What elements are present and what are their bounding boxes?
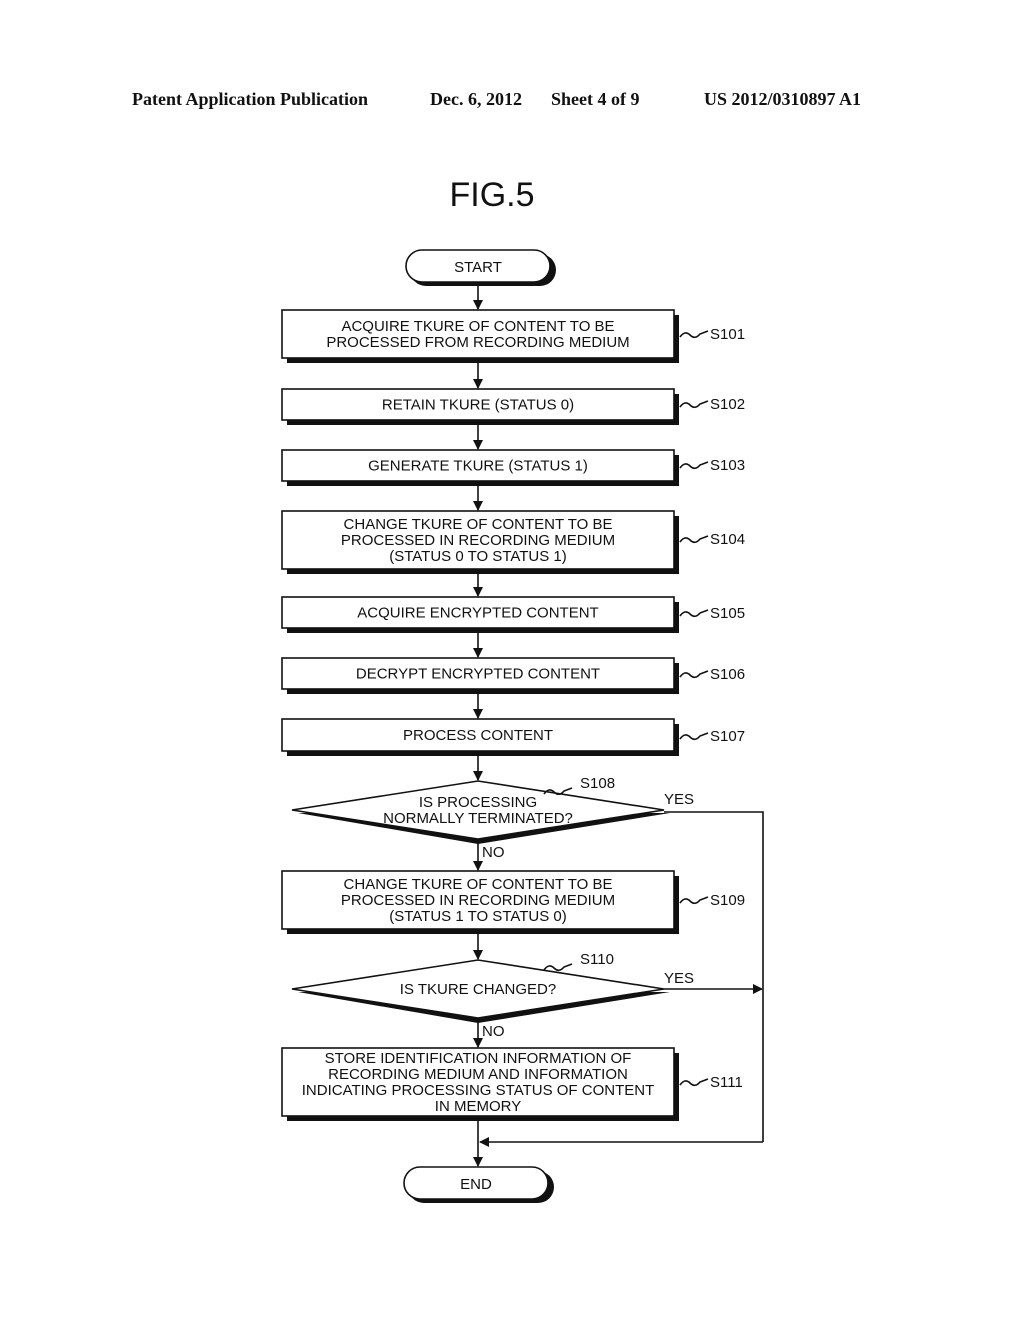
- decision-text-line: IS PROCESSING: [419, 794, 537, 811]
- step-text-line: ACQUIRE ENCRYPTED CONTENT: [357, 605, 598, 622]
- step-s101: ACQUIRE TKURE OF CONTENT TO BEPROCESSED …: [281, 309, 745, 363]
- leader-squiggle: [543, 963, 573, 972]
- step-id-label: S106: [710, 666, 745, 683]
- step-id-label: S104: [710, 531, 745, 548]
- step-id-label: S108: [580, 775, 615, 792]
- step-s111: STORE IDENTIFICATION INFORMATION OFRECOR…: [281, 1047, 743, 1121]
- step-s102: RETAIN TKURE (STATUS 0) S102: [281, 388, 745, 425]
- step-text-line: CHANGE TKURE OF CONTENT TO BE: [344, 876, 613, 893]
- end-label: END: [460, 1176, 492, 1193]
- step-s103: GENERATE TKURE (STATUS 1) S103: [281, 449, 745, 486]
- leader-squiggle: [679, 896, 709, 905]
- leader-squiggle: [679, 330, 709, 339]
- step-text-line: PROCESSED FROM RECORDING MEDIUM: [326, 334, 629, 351]
- step-s107: PROCESS CONTENT S107: [281, 718, 745, 756]
- leader-squiggle: [679, 732, 709, 741]
- step-s104: CHANGE TKURE OF CONTENT TO BEPROCESSED I…: [281, 510, 745, 574]
- step-id-label: S102: [710, 396, 745, 413]
- step-s105: ACQUIRE ENCRYPTED CONTENT S105: [281, 596, 745, 633]
- step-text-line: CHANGE TKURE OF CONTENT TO BE: [344, 516, 613, 533]
- start-label: START: [454, 259, 502, 276]
- leader-squiggle: [679, 461, 709, 470]
- leader-squiggle: [679, 609, 709, 618]
- step-text-line: RECORDING MEDIUM AND INFORMATION: [328, 1066, 628, 1083]
- yes-label: YES: [664, 970, 694, 987]
- step-text-line: PROCESSED IN RECORDING MEDIUM: [341, 532, 615, 549]
- step-s109: CHANGE TKURE OF CONTENT TO BEPROCESSED I…: [281, 870, 745, 934]
- step-id-label: S110: [580, 951, 614, 968]
- step-id-label: S111: [710, 1074, 743, 1091]
- step-id-label: S101: [710, 326, 745, 343]
- end-terminal: END: [403, 1166, 554, 1203]
- decision-text-line: IS TKURE CHANGED?: [400, 981, 556, 998]
- leader-squiggle: [679, 670, 709, 679]
- step-text-line: DECRYPT ENCRYPTED CONTENT: [356, 666, 600, 683]
- step-text-line: (STATUS 1 TO STATUS 0): [389, 908, 567, 925]
- step-id-label: S109: [710, 892, 745, 909]
- step-s106: DECRYPT ENCRYPTED CONTENT S106: [281, 657, 745, 694]
- leader-squiggle: [679, 1078, 709, 1087]
- step-text-line: PROCESS CONTENT: [403, 727, 553, 744]
- flowchart: START END ACQUIRE TKURE OF CONTENT TO BE…: [281, 249, 764, 1203]
- step-text-line: IN MEMORY: [435, 1098, 521, 1115]
- step-text-line: GENERATE TKURE (STATUS 1): [368, 458, 588, 475]
- step-text-line: (STATUS 0 TO STATUS 1): [389, 548, 567, 565]
- step-text-line: ACQUIRE TKURE OF CONTENT TO BE: [341, 318, 614, 335]
- step-text-line: INDICATING PROCESSING STATUS OF CONTENT: [302, 1082, 655, 1099]
- no-label: NO: [482, 844, 505, 861]
- step-id-label: S105: [710, 605, 745, 622]
- decision-text-line: NORMALLY TERMINATED?: [383, 810, 573, 827]
- step-s108: IS PROCESSINGNORMALLY TERMINATED? S108 YES…: [291, 775, 694, 861]
- step-s110: IS TKURE CHANGED? S110 YES NO: [291, 951, 694, 1040]
- step-text-line: PROCESSED IN RECORDING MEDIUM: [341, 892, 615, 909]
- step-text-line: STORE IDENTIFICATION INFORMATION OF: [325, 1050, 632, 1067]
- no-label: NO: [482, 1023, 505, 1040]
- step-text-line: RETAIN TKURE (STATUS 0): [382, 397, 574, 414]
- yes-label: YES: [664, 791, 694, 808]
- step-id-label: S107: [710, 728, 745, 745]
- leader-squiggle: [679, 535, 709, 544]
- start-terminal: START: [405, 249, 556, 286]
- leader-squiggle: [679, 400, 709, 409]
- step-id-label: S103: [710, 457, 745, 474]
